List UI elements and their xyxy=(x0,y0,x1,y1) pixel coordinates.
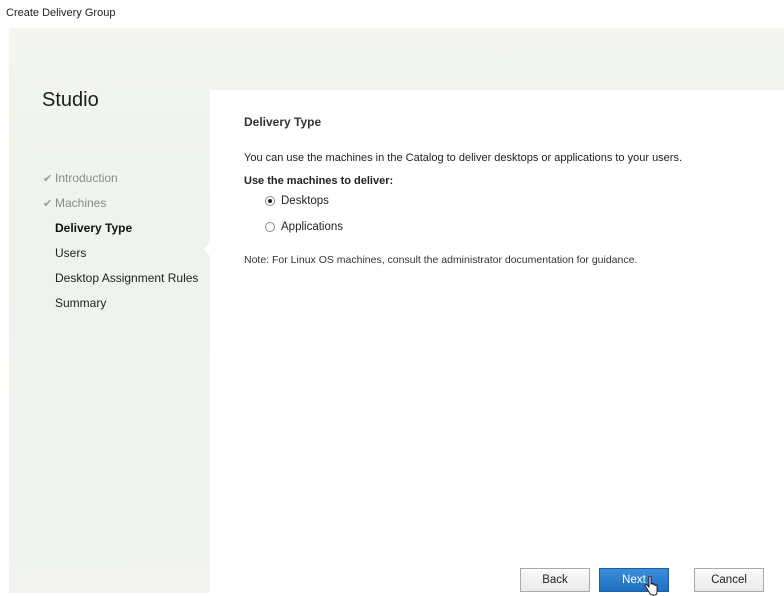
desktops-option[interactable]: Desktops xyxy=(265,195,329,207)
description-text: You can use the machines in the Catalog … xyxy=(244,152,683,164)
create-delivery-group-dialog: Studio ✔ Introduction ✔ Machines Delivery … xyxy=(9,28,784,596)
step-users[interactable]: Users xyxy=(43,241,198,266)
wizard-steps: ✔ Introduction ✔ Machines Delivery Type Us… xyxy=(43,166,198,316)
back-button[interactable]: Back xyxy=(520,568,590,592)
use-machines-label: Use the machines to deliver: xyxy=(244,175,394,187)
step-label: Delivery Type xyxy=(55,221,133,235)
step-label: Users xyxy=(55,246,87,260)
step-introduction[interactable]: ✔ Introduction xyxy=(43,166,198,191)
cancel-button[interactable]: Cancel xyxy=(694,568,764,592)
step-desktop-assignment-rules[interactable]: Desktop Assignment Rules xyxy=(43,266,198,291)
desktops-label: Desktops xyxy=(281,195,329,207)
step-machines[interactable]: ✔ Machines xyxy=(43,191,198,216)
step-delivery-type[interactable]: Delivery Type xyxy=(43,216,198,241)
step-label: Machines xyxy=(55,196,107,210)
active-step-pointer xyxy=(203,242,210,256)
step-label: Summary xyxy=(55,296,107,310)
applications-label: Applications xyxy=(281,221,344,233)
section-title: Delivery Type xyxy=(244,115,322,129)
studio-title: Studio xyxy=(42,89,99,111)
applications-radio[interactable] xyxy=(265,222,275,232)
step-summary[interactable]: Summary xyxy=(43,291,198,316)
hand-pointer-icon xyxy=(644,576,658,596)
check-icon: ✔ xyxy=(43,198,53,210)
step-label: Introduction xyxy=(55,171,118,185)
applications-option[interactable]: Applications xyxy=(265,221,343,233)
window-title: Create Delivery Group xyxy=(6,7,116,19)
next-button[interactable]: Next xyxy=(599,568,669,592)
delivery-type-panel: Delivery Type You can use the machines i… xyxy=(203,90,784,596)
desktops-radio[interactable] xyxy=(265,196,275,206)
check-icon: ✔ xyxy=(43,173,53,185)
linux-note: Note: For Linux OS machines, consult the… xyxy=(244,254,638,266)
step-label: Desktop Assignment Rules xyxy=(55,271,199,285)
wizard-sidebar: Studio ✔ Introduction ✔ Machines Delivery … xyxy=(9,28,207,593)
